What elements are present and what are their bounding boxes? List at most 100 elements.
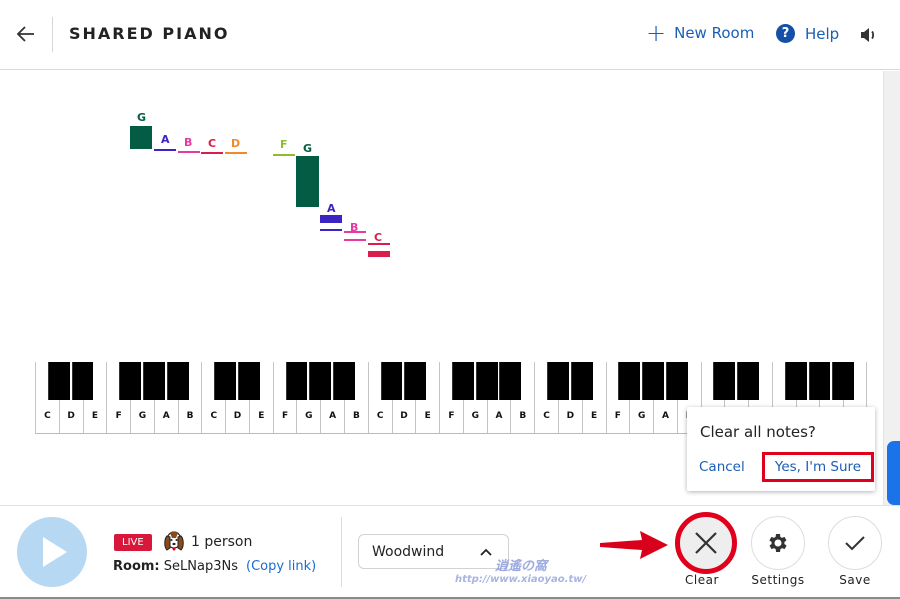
key-label: G — [637, 411, 646, 421]
black-key[interactable] — [142, 362, 165, 400]
note-label: C — [208, 137, 217, 150]
note-bar — [296, 156, 319, 207]
black-key[interactable] — [475, 362, 498, 400]
note-bar — [178, 151, 200, 153]
footer-toolbar: LIVE 1 person Room: SeLNap3Ns (Copy link… — [0, 505, 900, 599]
key-label: E — [258, 411, 265, 421]
note-underline — [320, 229, 342, 231]
key-label: F — [448, 411, 455, 421]
black-key[interactable] — [713, 362, 736, 400]
scrollbar-thumb[interactable] — [887, 441, 900, 505]
back-button[interactable] — [14, 22, 38, 46]
black-key[interactable] — [737, 362, 760, 400]
key-label: A — [162, 411, 170, 421]
note-label: A — [161, 133, 170, 146]
note-label: B — [184, 136, 193, 149]
black-key[interactable] — [642, 362, 664, 400]
black-key[interactable] — [71, 362, 94, 400]
note-underline — [368, 243, 390, 245]
cancel-button[interactable]: Cancel — [699, 459, 745, 475]
note-underline — [344, 231, 366, 233]
note-bar — [154, 149, 176, 151]
dog-avatar-icon — [163, 530, 185, 554]
check-icon — [845, 536, 865, 551]
black-key[interactable] — [166, 362, 189, 400]
key-label: D — [67, 411, 75, 421]
key-label: C — [376, 411, 384, 421]
popup-title: Clear all notes? — [700, 423, 816, 441]
scrollbar[interactable] — [883, 71, 900, 505]
black-key[interactable] — [333, 362, 355, 400]
black-key[interactable] — [451, 362, 474, 400]
note-bar — [225, 152, 247, 154]
new-room-label: New Room — [674, 24, 755, 42]
clear-confirm-popup: Clear all notes? Cancel Yes, I'm Sure — [687, 407, 875, 491]
black-key[interactable] — [665, 362, 688, 400]
key-label: B — [352, 411, 360, 421]
person-count: 1 person — [191, 534, 253, 550]
app-title: SHARED PIANO — [69, 24, 230, 43]
black-key[interactable] — [784, 362, 807, 400]
black-key[interactable] — [404, 362, 427, 400]
gear-icon — [769, 534, 787, 552]
black-key[interactable] — [238, 362, 260, 400]
key-label: F — [282, 411, 289, 421]
black-key[interactable] — [832, 362, 855, 400]
clear-caption: Clear — [685, 573, 719, 587]
note-bar — [130, 126, 152, 149]
key-label: E — [591, 411, 598, 421]
new-room-button[interactable]: + New Room — [646, 19, 755, 47]
black-key[interactable] — [285, 362, 308, 400]
volume-button[interactable] — [858, 25, 878, 45]
key-label: G — [138, 411, 147, 421]
note-label: F — [280, 138, 288, 151]
help-label: Help — [805, 24, 840, 43]
speaker-icon — [861, 28, 875, 42]
clear-button[interactable] — [675, 512, 737, 574]
black-key[interactable] — [547, 362, 569, 400]
watermark: 逍遙の窩 http://www.xiaoyao.tw/ — [455, 555, 586, 585]
note-label: A — [327, 202, 336, 215]
help-button[interactable]: ? Help — [776, 24, 839, 43]
key-label: D — [400, 411, 408, 421]
note-bar — [368, 251, 390, 257]
note-bar — [344, 239, 366, 241]
settings-caption: Settings — [751, 573, 805, 587]
key-label: D — [566, 411, 575, 421]
footer-divider — [341, 517, 342, 587]
live-badge: LIVE — [114, 534, 152, 551]
black-key[interactable] — [309, 362, 332, 400]
annotation-arrow — [600, 531, 668, 559]
room-label: Room: — [113, 559, 160, 574]
plus-icon: + — [646, 19, 667, 47]
key-label: E — [424, 411, 431, 421]
key-label: G — [305, 411, 313, 421]
save-button[interactable] — [828, 516, 882, 570]
settings-button[interactable] — [751, 516, 805, 570]
black-key[interactable] — [570, 362, 593, 400]
black-key[interactable] — [380, 362, 403, 400]
room-code: SeLNap3Ns — [163, 559, 238, 574]
arrow-left-icon — [16, 26, 34, 42]
black-key[interactable] — [499, 362, 522, 400]
key-label: C — [44, 411, 51, 421]
instrument-value: Woodwind — [372, 543, 445, 560]
key-label: A — [495, 411, 503, 421]
note-bar — [320, 215, 342, 223]
key-label: D — [233, 411, 242, 421]
watermark-url: http://www.xiaoyao.tw/ — [455, 574, 587, 585]
key-label: G — [471, 411, 479, 421]
black-key[interactable] — [214, 362, 237, 400]
room-info: Room: SeLNap3Ns — [113, 559, 238, 574]
confirm-clear-button[interactable]: Yes, I'm Sure — [762, 452, 874, 482]
key-label: B — [186, 411, 194, 421]
black-key[interactable] — [119, 362, 141, 400]
black-key[interactable] — [808, 362, 831, 400]
watermark-title: 逍遙の窩 — [495, 559, 548, 574]
copy-link[interactable]: (Copy link) — [246, 559, 316, 574]
black-key[interactable] — [618, 362, 641, 400]
play-button[interactable] — [17, 517, 87, 587]
key-label: E — [91, 411, 98, 421]
note-label: G — [137, 111, 147, 124]
black-key[interactable] — [47, 362, 70, 400]
